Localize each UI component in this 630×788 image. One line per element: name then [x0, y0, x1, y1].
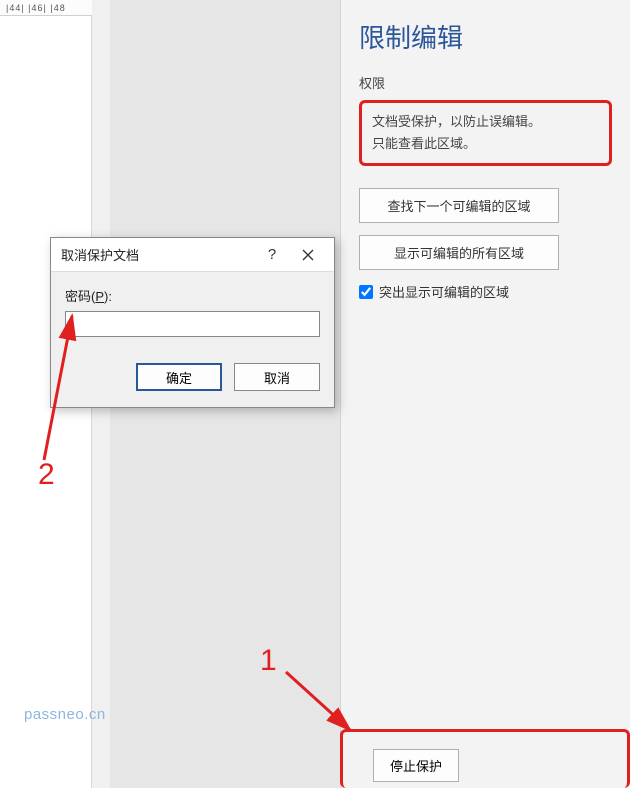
- permission-label: 权限: [359, 73, 612, 92]
- dialog-help-button[interactable]: ?: [254, 241, 290, 269]
- dialog-body: 密码(P): 确定 取消: [51, 272, 334, 407]
- cancel-button[interactable]: 取消: [234, 363, 320, 391]
- panel-title: 限制编辑: [359, 18, 612, 55]
- highlight-regions-row[interactable]: 突出显示可编辑的区域: [359, 282, 612, 301]
- ruler-marks: |44| |46| |48: [6, 3, 66, 13]
- stop-protection-region: 停止保护: [340, 729, 630, 788]
- restrict-editing-panel: 限制编辑 权限 文档受保护，以防止误编辑。 只能查看此区域。 查找下一个可编辑的…: [340, 0, 630, 788]
- ok-button[interactable]: 确定: [136, 363, 222, 391]
- annotation-number-2: 2: [38, 458, 55, 492]
- dialog-titlebar[interactable]: 取消保护文档 ?: [51, 238, 334, 272]
- find-next-region-button[interactable]: 查找下一个可编辑的区域: [359, 188, 559, 223]
- info-line-2: 只能查看此区域。: [372, 133, 599, 155]
- highlight-regions-checkbox[interactable]: [359, 285, 373, 299]
- highlight-regions-label: 突出显示可编辑的区域: [379, 282, 509, 301]
- dialog-close-button[interactable]: [290, 241, 326, 269]
- info-line-1: 文档受保护，以防止误编辑。: [372, 111, 599, 133]
- watermark: passneo.cn: [24, 706, 106, 723]
- protection-info-box: 文档受保护，以防止误编辑。 只能查看此区域。: [359, 100, 612, 166]
- dialog-title: 取消保护文档: [61, 245, 254, 264]
- stop-protection-button[interactable]: 停止保护: [373, 749, 459, 782]
- dialog-button-row: 确定 取消: [65, 363, 320, 391]
- unprotect-dialog: 取消保护文档 ? 密码(P): 确定 取消: [50, 237, 335, 408]
- password-input[interactable]: [65, 311, 320, 337]
- close-icon: [302, 249, 314, 261]
- show-all-regions-button[interactable]: 显示可编辑的所有区域: [359, 235, 559, 270]
- annotation-number-1: 1: [260, 644, 277, 678]
- password-label: 密码(P):: [65, 286, 320, 305]
